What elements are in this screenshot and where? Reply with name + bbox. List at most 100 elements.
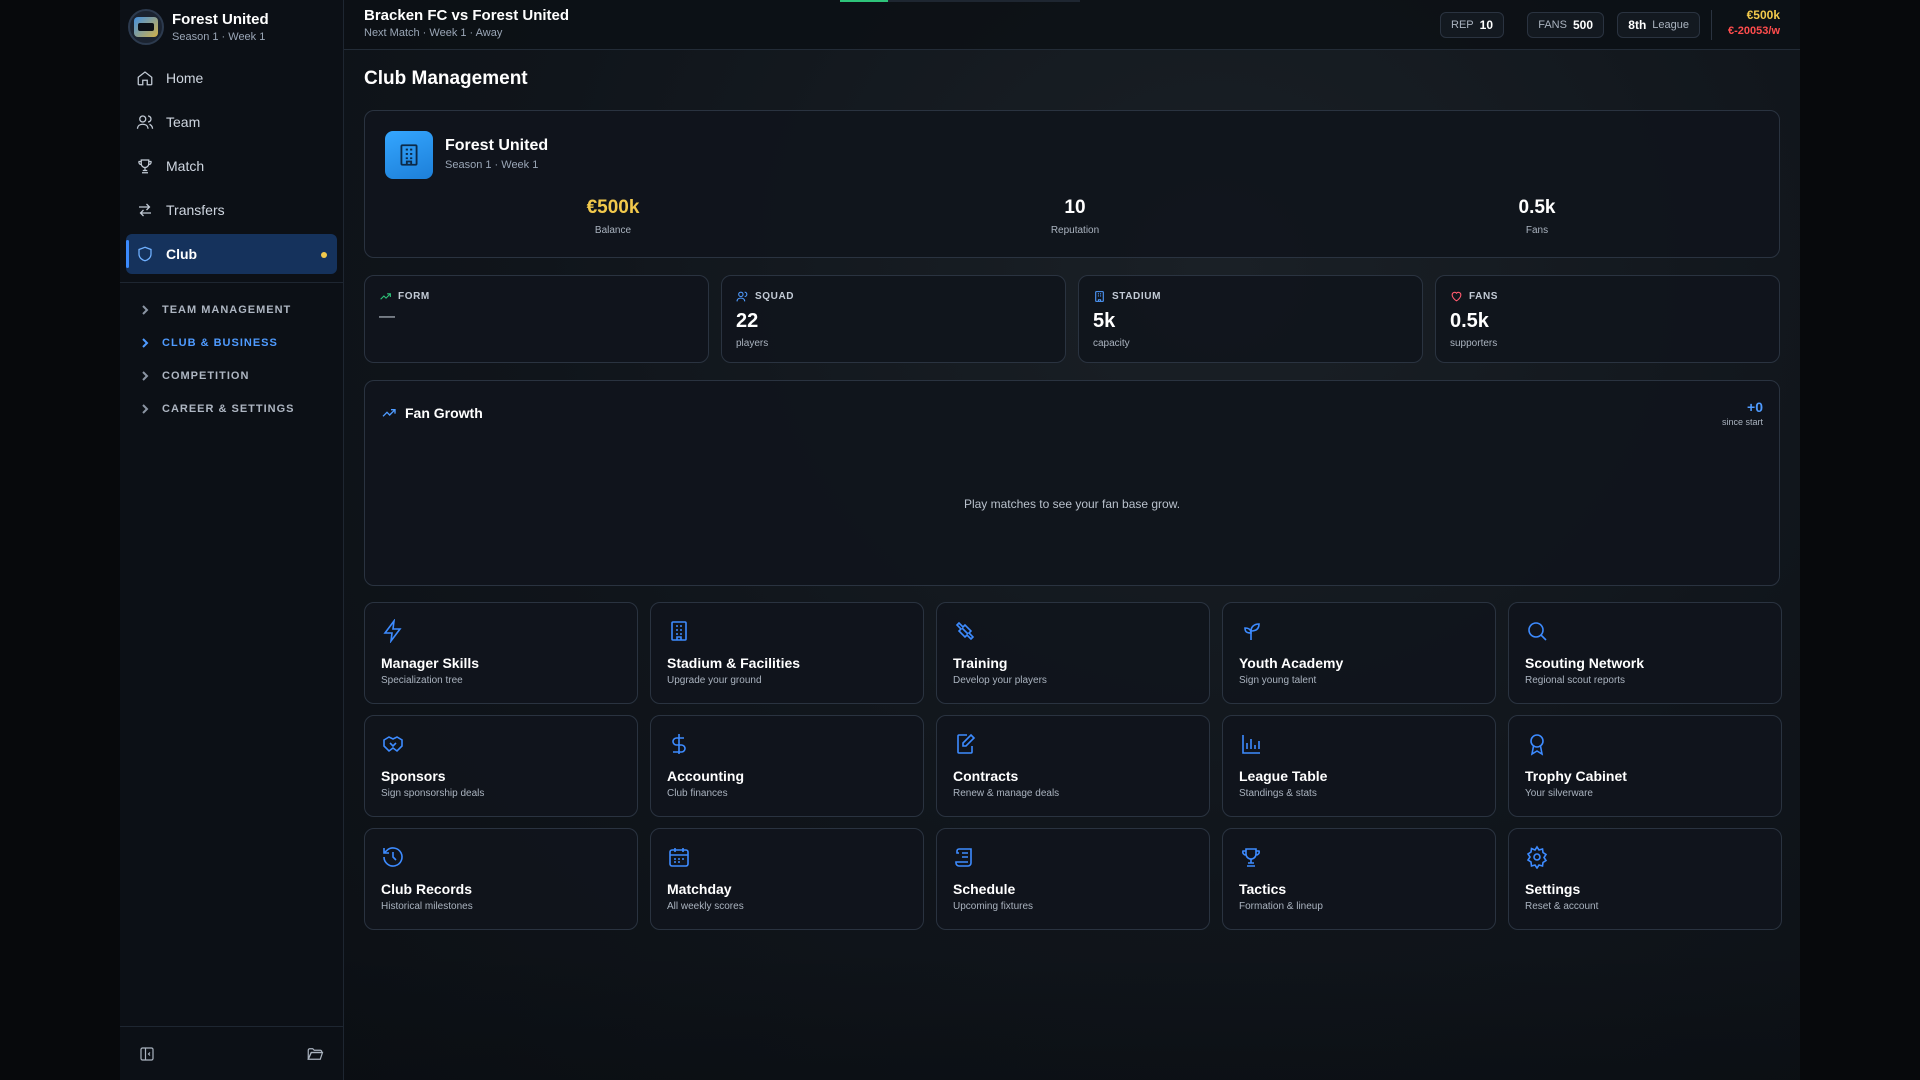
trophy-icon xyxy=(138,159,152,174)
swap-icon xyxy=(139,203,151,217)
club-name: Forest United xyxy=(445,137,549,154)
form-label: FORM xyxy=(398,291,430,302)
tile-title: Accounting xyxy=(667,768,744,784)
form-value: — xyxy=(379,308,395,325)
tile-accounting[interactable]: Accounting Club finances xyxy=(650,715,924,817)
nav-item-club[interactable]: Club xyxy=(126,234,337,274)
stat-label: Balance xyxy=(594,225,632,236)
contract-icon xyxy=(957,733,976,754)
section-label: TEAM MANAGEMENT xyxy=(162,303,292,316)
main-nav: Home Team Match Transfers Club xyxy=(120,58,343,274)
club-summary-card: Forest United Season 1 · Week 1 €500k Ba… xyxy=(364,110,1780,258)
sidebar-collapse-icon[interactable] xyxy=(138,1045,156,1063)
chevron-right-icon xyxy=(142,337,149,348)
building-icon xyxy=(385,131,433,179)
tile-subtitle: Upcoming fixtures xyxy=(953,901,1034,912)
nav-item-team[interactable]: Team xyxy=(126,102,337,142)
tile-training[interactable]: Training Develop your players xyxy=(936,602,1210,704)
fan-growth-card: Fan Growth +0 since start Play matches t… xyxy=(364,380,1780,586)
folder-open-icon[interactable] xyxy=(306,1045,324,1063)
fans-card-label: FANS xyxy=(1469,291,1499,302)
tile-tactics[interactable]: Tactics Formation & lineup xyxy=(1222,828,1496,930)
tile-sponsors[interactable]: Sponsors Sign sponsorship deals xyxy=(364,715,638,817)
fans-card-value: 0.5k xyxy=(1450,310,1489,332)
chevron-right-icon xyxy=(142,304,149,315)
page-title: Club Management xyxy=(364,68,528,89)
app-window: Forest United Season 1 · Week 1 Home Tea… xyxy=(120,0,1800,1080)
fan-delta-value: +0 xyxy=(1747,399,1763,415)
sidebar-footer xyxy=(120,1026,344,1080)
main-content: Bracken FC vs Forest United Next Match ·… xyxy=(344,0,1800,1080)
handshake-icon xyxy=(383,736,403,753)
league-pill[interactable]: 8th League xyxy=(1617,12,1700,38)
section-label: COMPETITION xyxy=(162,369,250,382)
section-competition[interactable]: COMPETITION xyxy=(120,359,343,392)
tile-youth-academy[interactable]: Youth Academy Sign young talent xyxy=(1222,602,1496,704)
stat-value: 10 xyxy=(1064,197,1086,218)
nav-label: Match xyxy=(166,158,205,174)
squad-unit: players xyxy=(736,338,769,349)
tile-subtitle: All weekly scores xyxy=(667,901,744,912)
section-label: CAREER & SETTINGS xyxy=(162,402,295,415)
nav-label: Transfers xyxy=(166,202,225,218)
tile-subtitle: Your silverware xyxy=(1525,788,1593,799)
league-position: 8th xyxy=(1628,18,1647,32)
dollar-icon xyxy=(672,734,686,754)
nav-item-home[interactable]: Home xyxy=(126,58,337,98)
stat-value: €500k xyxy=(586,197,640,218)
balance-value: €500k xyxy=(1746,8,1780,22)
club-brand[interactable]: Forest United Season 1 · Week 1 xyxy=(120,0,343,54)
next-match-title[interactable]: Bracken FC vs Forest United xyxy=(364,7,569,24)
nav-item-match[interactable]: Match xyxy=(126,146,337,186)
tile-subtitle: Regional scout reports xyxy=(1525,675,1626,686)
weekly-wage-value: €-20053/w xyxy=(1728,25,1780,37)
fans-value: 500 xyxy=(1572,18,1593,32)
fan-growth-empty-message: Play matches to see your fan base grow. xyxy=(963,497,1181,511)
tile-stadium-facilities[interactable]: Stadium & Facilities Upgrade your ground xyxy=(650,602,924,704)
league-label: League xyxy=(1652,19,1689,31)
tile-subtitle: Sign young talent xyxy=(1239,675,1317,686)
tile-trophy-cabinet[interactable]: Trophy Cabinet Your silverware xyxy=(1508,715,1782,817)
tile-subtitle: Formation & lineup xyxy=(1239,901,1323,912)
sprout-icon xyxy=(1244,623,1260,640)
next-match-subtitle: Next Match · Week 1 · Away xyxy=(364,27,503,39)
scroll-icon xyxy=(955,848,972,867)
tile-subtitle: Sign sponsorship deals xyxy=(381,788,485,799)
stadium-label: STADIUM xyxy=(1112,291,1162,302)
award-icon xyxy=(1530,734,1544,756)
tile-settings[interactable]: Settings Reset & account xyxy=(1508,828,1782,930)
tile-subtitle: Specialization tree xyxy=(381,675,463,686)
section-career-settings[interactable]: CAREER & SETTINGS xyxy=(120,392,343,425)
tile-matchday[interactable]: Matchday All weekly scores xyxy=(650,828,924,930)
tile-title: Training xyxy=(953,655,1008,671)
tile-schedule[interactable]: Schedule Upcoming fixtures xyxy=(936,828,1210,930)
sidebar-club-season: Season 1 · Week 1 xyxy=(172,31,266,43)
chevron-right-icon xyxy=(142,403,149,414)
section-label: CLUB & BUSINESS xyxy=(162,336,278,349)
finance-summary: €500k €-20053/w xyxy=(1728,8,1780,37)
form-card: FORM — xyxy=(364,275,709,363)
trending-up-icon xyxy=(382,409,396,417)
tile-title: Schedule xyxy=(953,881,1016,897)
section-club-business[interactable]: CLUB & BUSINESS xyxy=(120,326,343,359)
tile-subtitle: Standings & stats xyxy=(1239,788,1317,799)
tile-subtitle: Club finances xyxy=(667,788,728,799)
trending-up-icon xyxy=(380,293,391,300)
tile-manager-skills[interactable]: Manager Skills Specialization tree xyxy=(364,602,638,704)
nav-divider xyxy=(120,282,343,283)
tile-contracts[interactable]: Contracts Renew & manage deals xyxy=(936,715,1210,817)
tile-league-table[interactable]: League Table Standings & stats xyxy=(1222,715,1496,817)
tile-title: Youth Academy xyxy=(1239,655,1344,671)
stat-label: Fans xyxy=(1525,225,1549,236)
squad-label: SQUAD xyxy=(755,291,795,302)
users-icon xyxy=(136,115,154,129)
top-bar: Bracken FC vs Forest United Next Match ·… xyxy=(344,0,1800,50)
tile-title: Tactics xyxy=(1239,881,1287,897)
tile-scouting-network[interactable]: Scouting Network Regional scout reports xyxy=(1508,602,1782,704)
tile-subtitle: Upgrade your ground xyxy=(667,675,762,686)
nav-item-transfers[interactable]: Transfers xyxy=(126,190,337,230)
tile-title: Matchday xyxy=(667,881,732,897)
tile-club-records[interactable]: Club Records Historical milestones xyxy=(364,828,638,930)
tile-subtitle: Develop your players xyxy=(953,675,1047,686)
section-team-management[interactable]: TEAM MANAGEMENT xyxy=(120,293,343,326)
